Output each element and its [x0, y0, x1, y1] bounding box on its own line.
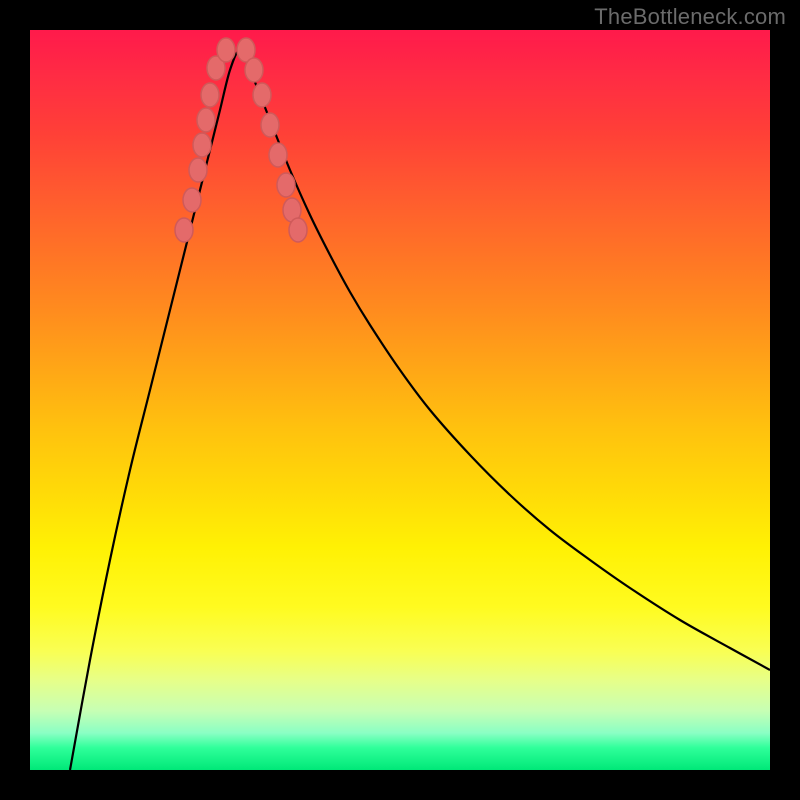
chart-frame: TheBottleneck.com [0, 0, 800, 800]
background-gradient [30, 30, 770, 770]
watermark-label: TheBottleneck.com [594, 4, 786, 30]
plot-area [30, 30, 770, 770]
